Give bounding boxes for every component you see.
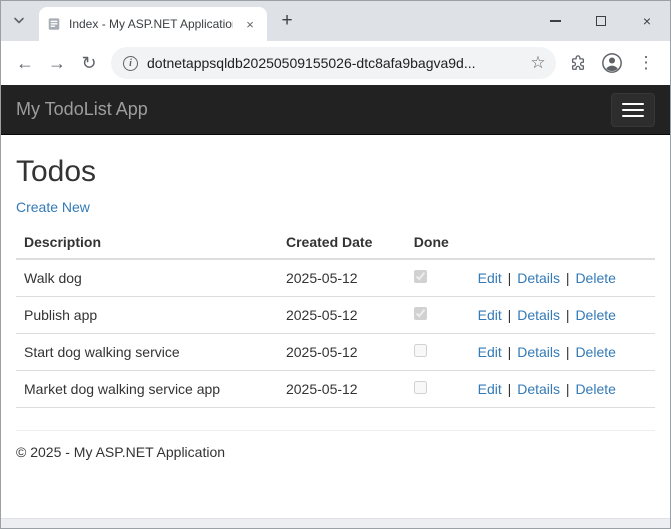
extensions-button[interactable] — [562, 47, 594, 79]
action-separator: | — [504, 307, 515, 323]
minimize-icon — [550, 20, 561, 22]
details-link[interactable]: Details — [517, 344, 560, 360]
table-row: Market dog walking service app 2025-05-1… — [16, 371, 655, 408]
done-checkbox — [414, 270, 427, 283]
todo-actions-cell: Edit | Details | Delete — [470, 334, 655, 371]
profile-button[interactable] — [596, 47, 628, 79]
reload-button[interactable]: ↻ — [73, 47, 105, 79]
address-bar[interactable]: i dotnetappsqldb20250509155026-dtc8afa9b… — [111, 47, 556, 79]
window-bottom-edge — [1, 518, 670, 528]
tab-search-chevron-button[interactable] — [7, 9, 31, 33]
todo-description: Walk dog — [16, 259, 278, 297]
table-row: Start dog walking service 2025-05-12 Edi… — [16, 334, 655, 371]
todo-table: Description Created Date Done Walk dog 2… — [16, 226, 655, 408]
minimize-button[interactable] — [532, 1, 578, 41]
back-button[interactable]: ← — [9, 47, 41, 79]
todo-done-cell — [406, 334, 470, 371]
delete-link[interactable]: Delete — [575, 381, 615, 397]
details-link[interactable]: Details — [517, 270, 560, 286]
close-window-button[interactable]: × — [624, 1, 670, 41]
todo-done-cell — [406, 297, 470, 334]
column-header-description: Description — [16, 226, 278, 259]
todo-actions-cell: Edit | Details | Delete — [470, 297, 655, 334]
delete-link[interactable]: Delete — [575, 270, 615, 286]
column-header-actions — [470, 226, 655, 259]
done-checkbox — [414, 381, 427, 394]
table-row: Publish app 2025-05-12 Edit | Details | … — [16, 297, 655, 334]
details-link[interactable]: Details — [517, 307, 560, 323]
tab-title: Index - My ASP.NET Application — [69, 17, 233, 31]
new-tab-button[interactable]: + — [273, 7, 301, 35]
hamburger-icon — [622, 103, 644, 117]
site-footer: © 2025 - My ASP.NET Application — [16, 444, 655, 460]
delete-link[interactable]: Delete — [575, 307, 615, 323]
todo-created-date: 2025-05-12 — [278, 297, 406, 334]
browser-window: Index - My ASP.NET Application × + × ← →… — [0, 0, 671, 529]
url-text[interactable]: dotnetappsqldb20250509155026-dtc8afa9bag… — [147, 55, 524, 71]
table-header-row: Description Created Date Done — [16, 226, 655, 259]
action-separator: | — [504, 381, 515, 397]
extensions-puzzle-icon — [569, 54, 587, 72]
maximize-button[interactable] — [578, 1, 624, 41]
todo-table-body: Walk dog 2025-05-12 Edit | Details | Del… — [16, 259, 655, 408]
done-checkbox — [414, 344, 427, 357]
todo-created-date: 2025-05-12 — [278, 259, 406, 297]
browser-tab[interactable]: Index - My ASP.NET Application × — [39, 7, 267, 41]
todo-done-cell — [406, 259, 470, 297]
site-info-icon[interactable]: i — [123, 56, 138, 71]
browser-menu-button[interactable]: ⋮ — [630, 47, 662, 79]
edit-link[interactable]: Edit — [478, 270, 502, 286]
bookmark-star-icon[interactable]: ☆ — [524, 49, 552, 77]
favicon-icon — [47, 17, 61, 31]
tab-close-icon[interactable]: × — [241, 15, 259, 33]
table-row: Walk dog 2025-05-12 Edit | Details | Del… — [16, 259, 655, 297]
browser-toolbar: ← → ↻ i dotnetappsqldb20250509155026-dtc… — [1, 41, 670, 85]
navbar-hamburger-button[interactable] — [611, 93, 655, 127]
profile-avatar-icon — [601, 52, 623, 74]
footer-text: © 2025 - My ASP.NET Application — [16, 444, 655, 460]
action-separator: | — [504, 344, 515, 360]
action-separator: | — [562, 270, 573, 286]
todo-description: Start dog walking service — [16, 334, 278, 371]
todo-actions-cell: Edit | Details | Delete — [470, 371, 655, 408]
window-controls: × — [532, 1, 670, 41]
create-new-link[interactable]: Create New — [16, 199, 90, 215]
todo-created-date: 2025-05-12 — [278, 334, 406, 371]
todo-created-date: 2025-05-12 — [278, 371, 406, 408]
main-content: Todos Create New Description Created Dat… — [1, 135, 670, 518]
site-navbar: My TodoList App — [1, 85, 670, 135]
column-header-created-date: Created Date — [278, 226, 406, 259]
action-separator: | — [562, 381, 573, 397]
action-separator: | — [562, 307, 573, 323]
todo-description: Publish app — [16, 297, 278, 334]
chevron-down-icon — [13, 17, 25, 25]
column-header-done: Done — [406, 226, 470, 259]
todo-description: Market dog walking service app — [16, 371, 278, 408]
maximize-icon — [596, 16, 606, 26]
forward-button[interactable]: → — [41, 47, 73, 79]
page-title: Todos — [16, 155, 655, 189]
todo-actions-cell: Edit | Details | Delete — [470, 259, 655, 297]
action-separator: | — [562, 344, 573, 360]
footer-divider — [16, 430, 655, 431]
todo-done-cell — [406, 371, 470, 408]
delete-link[interactable]: Delete — [575, 344, 615, 360]
tab-strip: Index - My ASP.NET Application × + × — [1, 1, 670, 41]
action-separator: | — [504, 270, 515, 286]
toolbar-right-icons: ⋮ — [562, 47, 662, 79]
navbar-brand[interactable]: My TodoList App — [16, 99, 148, 120]
details-link[interactable]: Details — [517, 381, 560, 397]
edit-link[interactable]: Edit — [478, 381, 502, 397]
web-page: My TodoList App Todos Create New Descrip… — [1, 85, 670, 518]
done-checkbox — [414, 307, 427, 320]
edit-link[interactable]: Edit — [478, 344, 502, 360]
edit-link[interactable]: Edit — [478, 307, 502, 323]
